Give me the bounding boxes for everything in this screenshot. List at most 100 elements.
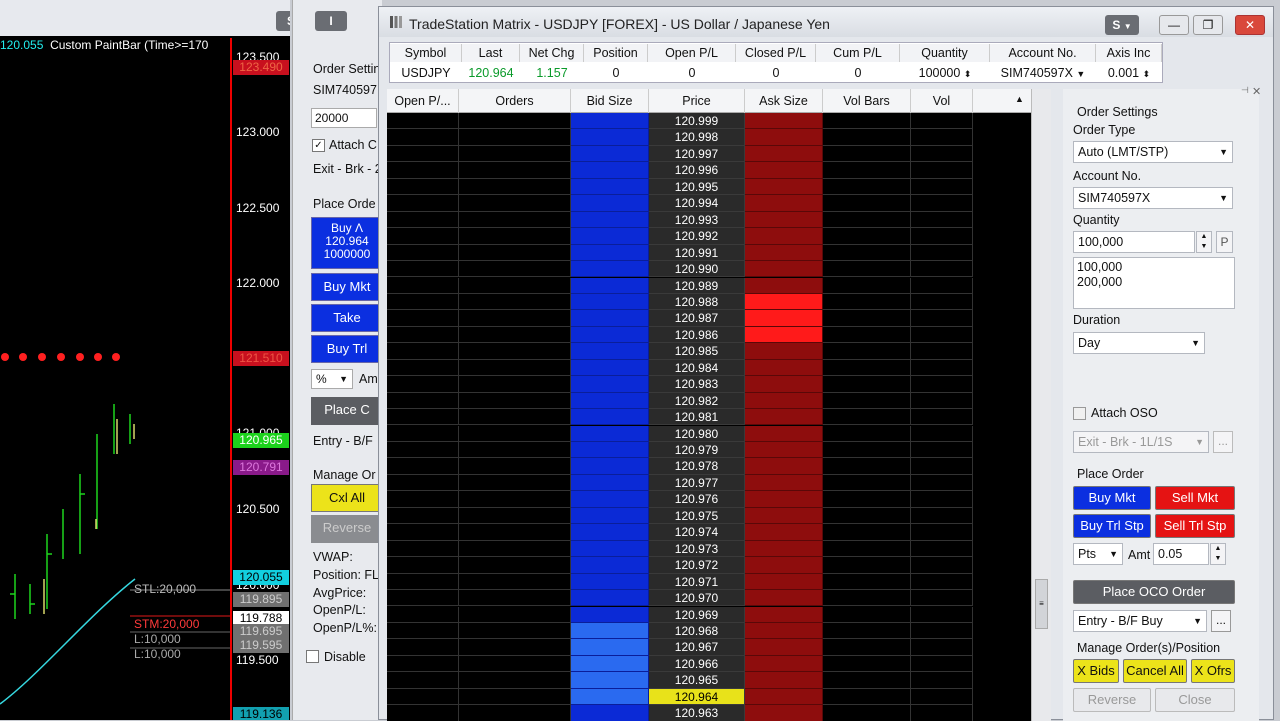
entry-more-button[interactable]: ... <box>1211 610 1231 632</box>
panel-take-button[interactable]: Take <box>311 304 382 332</box>
orders-cell[interactable] <box>459 573 571 590</box>
account-select[interactable]: SIM740597X ▼ <box>990 64 1096 82</box>
ask-size-cell[interactable] <box>745 359 823 377</box>
orders-cell[interactable] <box>459 261 571 278</box>
panel-entry-select[interactable]: Entry - B/F <box>313 434 373 448</box>
sell-trl-stp-button[interactable]: Sell Trl Stp <box>1155 514 1235 538</box>
bid-size-cell[interactable] <box>571 244 649 261</box>
ask-size-cell[interactable] <box>745 606 823 623</box>
bid-size-cell[interactable] <box>571 261 649 278</box>
bid-size-cell[interactable] <box>571 458 649 475</box>
scrollbar-thumb[interactable]: ≡ <box>1035 579 1048 629</box>
amt-input[interactable]: 0.05 <box>1153 543 1209 565</box>
bid-size-cell[interactable] <box>571 145 649 163</box>
exit-brk-select[interactable]: Exit - Brk - 1L/1S ▼ <box>1073 431 1209 453</box>
quantity-input[interactable]: 100,000 <box>1073 231 1195 253</box>
entry-select[interactable]: Entry - B/F Buy ▼ <box>1073 610 1207 632</box>
orders-cell[interactable] <box>459 474 571 492</box>
minimize-icon[interactable]: — <box>1159 15 1189 35</box>
ladder-col-header[interactable]: Orders <box>459 89 571 113</box>
panel-account[interactable]: SIM740597 <box>313 83 377 97</box>
panel-buy-trl-button[interactable]: Buy Trl <box>311 335 382 363</box>
orders-cell[interactable] <box>459 458 571 475</box>
duration-select[interactable]: Day ▼ <box>1073 332 1205 354</box>
close-icon[interactable]: ✕ <box>1235 15 1265 35</box>
ask-size-cell[interactable] <box>745 622 823 640</box>
ask-size-cell[interactable] <box>745 129 823 146</box>
ask-size-cell[interactable] <box>745 458 823 475</box>
bid-size-cell[interactable] <box>571 606 649 623</box>
ask-size-cell[interactable] <box>745 162 823 179</box>
bid-size-cell[interactable] <box>571 524 649 541</box>
panel-i-button[interactable]: I <box>315 11 347 31</box>
ask-size-cell[interactable] <box>745 343 823 360</box>
quantity-p-button[interactable]: P <box>1216 231 1233 253</box>
ask-size-cell[interactable] <box>745 524 823 541</box>
bid-size-cell[interactable] <box>571 557 649 574</box>
orders-cell[interactable] <box>459 688 571 706</box>
bid-size-cell[interactable] <box>571 293 649 311</box>
orders-cell[interactable] <box>459 376 571 393</box>
panel-disable-checkbox[interactable] <box>306 650 319 663</box>
preset-item[interactable]: 100,000 <box>1077 260 1231 275</box>
orders-cell[interactable] <box>459 228 571 245</box>
bid-size-cell[interactable] <box>571 622 649 640</box>
bid-size-cell[interactable] <box>571 359 649 377</box>
place-oco-button[interactable]: Place OCO Order <box>1073 580 1235 604</box>
bid-size-cell[interactable] <box>571 343 649 360</box>
bid-size-cell[interactable] <box>571 129 649 146</box>
orders-cell[interactable] <box>459 639 571 656</box>
window-titlebar[interactable]: TradeStation Matrix - USDJPY [FOREX] - U… <box>379 7 1273 37</box>
bid-size-cell[interactable] <box>571 573 649 590</box>
restore-icon[interactable]: ❐ <box>1193 15 1223 35</box>
ask-size-cell[interactable] <box>745 211 823 229</box>
ladder-col-header[interactable]: Open P/... <box>387 89 459 113</box>
bid-size-cell[interactable] <box>571 507 649 525</box>
ask-size-cell[interactable] <box>745 113 823 130</box>
ask-size-cell[interactable] <box>745 392 823 410</box>
bid-size-cell[interactable] <box>571 655 649 673</box>
orders-cell[interactable] <box>459 211 571 229</box>
ladder-col-header[interactable]: Ask Size <box>745 89 823 113</box>
window-s-button[interactable]: S ▼ <box>1105 15 1139 35</box>
bid-size-cell[interactable] <box>571 376 649 393</box>
bid-size-cell[interactable] <box>571 409 649 426</box>
orders-cell[interactable] <box>459 326 571 344</box>
orders-cell[interactable] <box>459 507 571 525</box>
axis-inc-stepper[interactable]: 0.001 ⬍ <box>1096 64 1162 82</box>
scroll-up-icon[interactable]: ▲ <box>1015 94 1024 104</box>
panel-exit-select[interactable]: Exit - Brk - 2 <box>313 162 382 176</box>
ask-size-cell[interactable] <box>745 655 823 673</box>
ladder-col-header[interactable]: Bid Size <box>571 89 649 113</box>
ask-size-cell[interactable] <box>745 376 823 393</box>
ask-size-cell[interactable] <box>745 195 823 212</box>
ask-size-cell[interactable] <box>745 590 823 607</box>
panel-quantity-input[interactable]: 20000 <box>311 108 377 128</box>
orders-cell[interactable] <box>459 310 571 327</box>
bid-size-cell[interactable] <box>571 310 649 327</box>
exit-brk-more-button[interactable]: ... <box>1213 431 1233 453</box>
bid-size-cell[interactable] <box>571 211 649 229</box>
orders-cell[interactable] <box>459 425 571 442</box>
bid-size-cell[interactable] <box>571 705 649 721</box>
chart-s-button[interactable]: S <box>276 11 290 31</box>
close-position-button[interactable]: Close <box>1155 688 1235 712</box>
attach-oso-checkbox[interactable] <box>1073 407 1086 420</box>
ask-size-cell[interactable] <box>745 425 823 442</box>
bid-size-cell[interactable] <box>571 540 649 558</box>
ask-size-cell[interactable] <box>745 277 823 294</box>
ask-size-cell[interactable] <box>745 244 823 261</box>
ladder-col-header[interactable]: Vol <box>911 89 973 113</box>
amt-stepper-icon[interactable]: ▲ ▼ <box>1210 543 1226 565</box>
orders-cell[interactable] <box>459 359 571 377</box>
orders-cell[interactable] <box>459 178 571 196</box>
ask-size-cell[interactable] <box>745 326 823 344</box>
panel-reverse-button[interactable]: Reverse <box>311 515 382 543</box>
ask-size-cell[interactable] <box>745 442 823 459</box>
panel-cxl-all-button[interactable]: Cxl All <box>311 484 382 512</box>
bid-size-cell[interactable] <box>571 228 649 245</box>
ask-size-cell[interactable] <box>745 293 823 311</box>
panel-buy-mkt-button[interactable]: Buy Mkt <box>311 273 382 301</box>
orders-cell[interactable] <box>459 491 571 508</box>
orders-cell[interactable] <box>459 622 571 640</box>
